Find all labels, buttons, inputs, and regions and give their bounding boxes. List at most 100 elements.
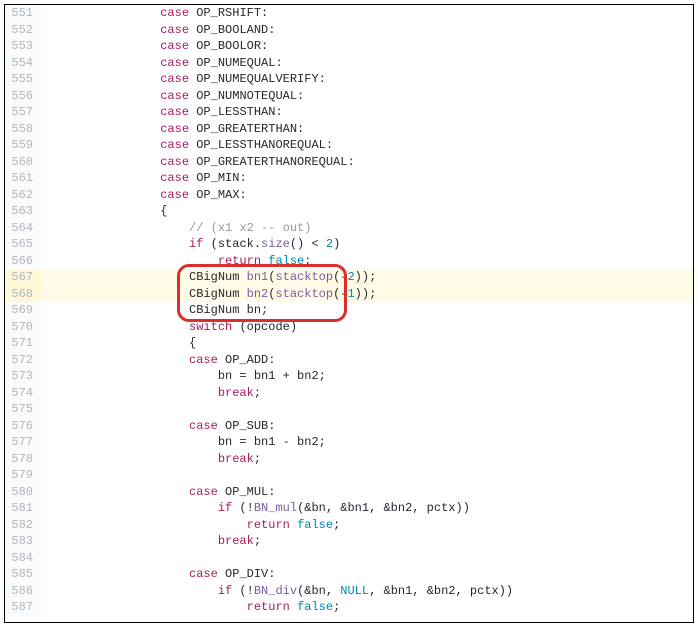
code-line[interactable]: 562 case OP_MAX: — [5, 187, 693, 204]
token-kw: case — [160, 155, 189, 169]
code-content[interactable]: CBigNum bn1(stacktop(-2)); — [41, 269, 693, 286]
line-number: 583 — [5, 533, 41, 550]
code-content[interactable]: break; — [41, 385, 693, 402]
code-line[interactable]: 551 case OP_RSHIFT: — [5, 5, 693, 22]
code-content[interactable]: CBigNum bn2(stacktop(-1)); — [41, 286, 693, 303]
code-line[interactable]: 557 case OP_LESSTHAN: — [5, 104, 693, 121]
code-content[interactable]: case OP_ADD: — [41, 352, 693, 369]
code-content[interactable]: break; — [41, 451, 693, 468]
line-number: 561 — [5, 170, 41, 187]
code-line[interactable]: 563 { — [5, 203, 693, 220]
line-number: 582 — [5, 517, 41, 534]
code-content[interactable]: break; — [41, 533, 693, 550]
code-line[interactable]: 573 bn = bn1 + bn2; — [5, 368, 693, 385]
code-content[interactable]: case OP_LESSTHANOREQUAL: — [41, 137, 693, 154]
code-line[interactable]: 569 CBigNum bn; — [5, 302, 693, 319]
code-line[interactable]: 560 case OP_GREATERTHANOREQUAL: — [5, 154, 693, 171]
token-kw: if — [218, 501, 232, 515]
code-content[interactable]: { — [41, 335, 693, 352]
line-number: 565 — [5, 236, 41, 253]
token-kw: case — [189, 419, 218, 433]
code-content[interactable]: case OP_NUMEQUALVERIFY: — [41, 71, 693, 88]
code-content[interactable]: case OP_RSHIFT: — [41, 5, 693, 22]
code-line[interactable]: 577 bn = bn1 - bn2; — [5, 434, 693, 451]
token-kw: case — [160, 39, 189, 53]
code-content[interactable]: return false; — [41, 517, 693, 534]
code-content[interactable]: case OP_SUB: — [41, 418, 693, 435]
token-kw: break — [218, 534, 254, 548]
code-viewer[interactable]: 551 case OP_RSHIFT:552 case OP_BOOLAND:5… — [4, 4, 694, 623]
code-content[interactable]: case OP_LESSTHAN: — [41, 104, 693, 121]
code-content[interactable]: case OP_MAX: — [41, 187, 693, 204]
token-kw: case — [189, 353, 218, 367]
token-fn: BN_div — [254, 584, 297, 598]
code-content[interactable]: case OP_BOOLAND: — [41, 22, 693, 39]
token-kw: case — [160, 188, 189, 202]
code-line[interactable]: 555 case OP_NUMEQUALVERIFY: — [5, 71, 693, 88]
token-kw: return — [218, 254, 261, 268]
code-line[interactable]: 559 case OP_LESSTHANOREQUAL: — [5, 137, 693, 154]
code-line[interactable]: 568 CBigNum bn2(stacktop(-1)); — [5, 286, 693, 303]
code-content[interactable]: case OP_MUL: — [41, 484, 693, 501]
code-line[interactable]: 584 — [5, 550, 693, 567]
code-line[interactable]: 561 case OP_MIN: — [5, 170, 693, 187]
code-content[interactable]: return false; — [41, 253, 693, 270]
code-content[interactable]: case OP_BOOLOR: — [41, 38, 693, 55]
code-content[interactable]: bn = bn1 - bn2; — [41, 434, 693, 451]
code-content[interactable]: switch (opcode) — [41, 319, 693, 336]
token-num: 1 — [347, 287, 354, 301]
code-content[interactable]: if (stack.size() < 2) — [41, 236, 693, 253]
token-kw: case — [189, 485, 218, 499]
code-content[interactable]: case OP_NUMEQUAL: — [41, 55, 693, 72]
token-fn: stacktop — [275, 270, 333, 284]
line-number: 574 — [5, 385, 41, 402]
code-content[interactable]: case OP_GREATERTHANOREQUAL: — [41, 154, 693, 171]
code-line[interactable]: 566 return false; — [5, 253, 693, 270]
code-line[interactable]: 578 break; — [5, 451, 693, 468]
code-line[interactable]: 556 case OP_NUMNOTEQUAL: — [5, 88, 693, 105]
code-line[interactable]: 552 case OP_BOOLAND: — [5, 22, 693, 39]
code-line[interactable]: 579 — [5, 467, 693, 484]
token-kw: if — [218, 584, 232, 598]
code-line[interactable]: 587 return false; — [5, 599, 693, 616]
code-line[interactable]: 574 break; — [5, 385, 693, 402]
code-content[interactable]: case OP_MIN: — [41, 170, 693, 187]
code-content[interactable]: CBigNum bn; — [41, 302, 693, 319]
token-kw: case — [160, 72, 189, 86]
code-line[interactable]: 558 case OP_GREATERTHAN: — [5, 121, 693, 138]
code-content[interactable]: if (!BN_mul(&bn, &bn1, &bn2, pctx)) — [41, 500, 693, 517]
code-line[interactable]: 571 { — [5, 335, 693, 352]
code-content[interactable]: bn = bn1 + bn2; — [41, 368, 693, 385]
code-line[interactable]: 565 if (stack.size() < 2) — [5, 236, 693, 253]
code-line[interactable]: 564 // (x1 x2 -- out) — [5, 220, 693, 237]
code-content[interactable]: { — [41, 203, 693, 220]
code-line[interactable]: 581 if (!BN_mul(&bn, &bn1, &bn2, pctx)) — [5, 500, 693, 517]
line-number: 557 — [5, 104, 41, 121]
code-line[interactable]: 585 case OP_DIV: — [5, 566, 693, 583]
code-line[interactable]: 572 case OP_ADD: — [5, 352, 693, 369]
code-content[interactable]: case OP_DIV: — [41, 566, 693, 583]
code-line[interactable]: 583 break; — [5, 533, 693, 550]
code-line[interactable]: 582 return false; — [5, 517, 693, 534]
line-number: 579 — [5, 467, 41, 484]
token-kw: return — [247, 518, 290, 532]
line-number: 563 — [5, 203, 41, 220]
token-kw: case — [160, 122, 189, 136]
code-line[interactable]: 567 CBigNum bn1(stacktop(-2)); — [5, 269, 693, 286]
code-line[interactable]: 570 switch (opcode) — [5, 319, 693, 336]
code-line[interactable]: 554 case OP_NUMEQUAL: — [5, 55, 693, 72]
line-number: 569 — [5, 302, 41, 319]
code-line[interactable]: 553 case OP_BOOLOR: — [5, 38, 693, 55]
token-fn: BN_mul — [254, 501, 297, 515]
code-line[interactable]: 575 — [5, 401, 693, 418]
code-line[interactable]: 576 case OP_SUB: — [5, 418, 693, 435]
code-content[interactable]: if (!BN_div(&bn, NULL, &bn1, &bn2, pctx)… — [41, 583, 693, 600]
code-line[interactable]: 586 if (!BN_div(&bn, NULL, &bn1, &bn2, p… — [5, 583, 693, 600]
code-content[interactable]: return false; — [41, 599, 693, 616]
code-content[interactable]: case OP_GREATERTHAN: — [41, 121, 693, 138]
code-content[interactable]: // (x1 x2 -- out) — [41, 220, 693, 237]
line-number: 553 — [5, 38, 41, 55]
code-line[interactable]: 580 case OP_MUL: — [5, 484, 693, 501]
code-content[interactable]: case OP_NUMNOTEQUAL: — [41, 88, 693, 105]
line-number: 556 — [5, 88, 41, 105]
